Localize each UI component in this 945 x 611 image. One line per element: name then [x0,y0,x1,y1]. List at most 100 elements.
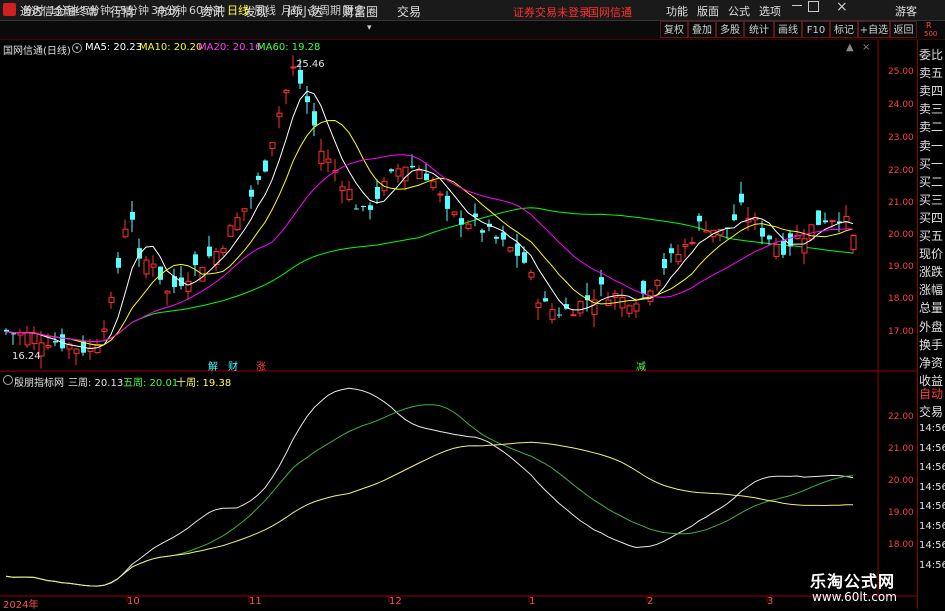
candle-body [522,252,527,263]
candle-body [781,240,786,255]
menu-trade[interactable]: 交易 [397,3,421,20]
auto-label[interactable]: 自动 [919,385,943,402]
candle-body [276,112,283,118]
candle-body [528,272,535,278]
more-chevron-icon[interactable]: ▾ [367,23,372,33]
menu-function[interactable]: 功能 [666,3,688,19]
high-price-label: 25.46 [296,59,325,70]
tab-5min[interactable]: 5分钟 [82,2,111,18]
candle-body [850,235,857,251]
adjust-button[interactable]: 复权 [660,21,688,38]
maximize-icon[interactable] [808,1,819,12]
minimize-icon[interactable] [792,5,802,6]
candle-body [570,314,577,317]
f10-button[interactable]: F10 [802,21,830,38]
stats-button[interactable]: 统计 [744,21,774,38]
candle-body [507,247,514,252]
candle-body [829,220,836,223]
panel-code: R [926,21,932,30]
candle-body [53,341,58,343]
candle-body [354,208,359,210]
overlay-button[interactable]: 叠加 [688,21,716,38]
x-label: 12 [389,596,402,607]
chart-frame [0,40,917,597]
ma5-label: MA5: 20.23 [85,42,143,53]
y-tick: 18.00 [888,294,914,304]
tab-multi-period[interactable]: 多周期 [308,2,341,18]
tab-30min[interactable]: 30分钟 [151,2,187,18]
weekly-indicator-lines [5,387,854,587]
marker-finance[interactable]: 财 [228,358,238,373]
chart-up-icon[interactable]: ▲ [846,42,854,53]
trade-time: 14:56 [919,501,945,512]
candle-body [220,247,227,254]
chart-close-icon[interactable]: × [862,42,870,53]
candle-body [60,334,65,349]
candle-body [430,180,437,189]
trade-label[interactable]: 交易 [919,403,943,420]
candle-body [256,175,261,180]
tab-more[interactable]: 更多 [343,2,365,18]
candle-body [298,70,303,84]
quote-field-label: 净资 [919,355,944,370]
close-icon[interactable]: × [836,0,848,15]
menu-options[interactable]: 选项 [759,3,781,19]
candle-body [633,303,640,312]
quote-field-label: 卖五 [919,66,944,81]
sub-indicator-name[interactable]: 殷朋指标网 [14,374,64,389]
guest-label[interactable]: 游客 [895,3,917,19]
tab-intraday[interactable]: 分时 [22,2,44,18]
y-tick: 25.00 [888,67,914,77]
quote-field-label: 现价 [919,247,944,262]
mark-button[interactable]: 标记 [830,21,858,38]
tab-15min[interactable]: 15分钟 [113,2,149,18]
candle-body [207,246,212,257]
y-tick: 24.00 [888,100,914,110]
candle-body [557,314,562,316]
candle-body [480,230,485,233]
quote-field-label: 卖二 [919,120,944,135]
low-price-label: 16.24 [12,351,41,362]
candle-body [361,205,366,207]
x-axis-ticks [126,596,768,602]
y-tick: 17.00 [888,327,914,337]
candle-body [249,189,254,197]
x-label: 11 [249,596,262,607]
login-warning[interactable]: 证券交易未登录 [513,4,590,20]
tab-monthly[interactable]: 月线 [281,2,303,18]
x-label: 10 [127,596,140,607]
marker-limit-up[interactable]: 涨 [256,358,266,373]
menu-formula[interactable]: 公式 [728,3,750,19]
tab-1min[interactable]: 1分钟 [49,2,78,18]
candle-body [816,210,821,225]
stock-name: 国网信通 [3,46,43,57]
three-week-line [5,387,854,587]
quote-field-label: 卖一 [919,138,944,153]
tab-60min[interactable]: 60分钟 [189,2,225,18]
sub-indicator-icon[interactable] [3,375,13,385]
candle-body [130,212,135,220]
chart-canvas[interactable] [0,40,917,609]
ma10-label: MA10: 20.20 [139,42,203,53]
multi-stock-button[interactable]: 多股 [716,21,744,38]
candle-body [122,228,129,238]
candle-body [494,236,499,239]
moving-average-lines [5,90,854,350]
candle-body [654,279,661,286]
menu-layout[interactable]: 版面 [697,3,719,19]
candle-body [116,257,121,268]
candle-body [339,186,346,192]
five-week-label: 五周: 20.01 [123,378,179,389]
back-button[interactable]: 返回 [890,21,917,38]
marker-unlock[interactable]: 解 [208,358,218,373]
candle-body [45,345,52,348]
indicator-settings-icon[interactable]: ▾ [72,43,82,53]
quote-field-label: 买一 [919,156,944,171]
candle-body [549,308,556,320]
tab-weekly[interactable]: 周线 [254,2,276,18]
add-watchlist-button[interactable]: +自选 [858,21,890,38]
draw-line-button[interactable]: 画线 [774,21,802,38]
candle-body [31,333,38,345]
marker-reduce[interactable]: 减 [636,358,646,373]
tab-daily[interactable]: 日线 [227,2,249,18]
